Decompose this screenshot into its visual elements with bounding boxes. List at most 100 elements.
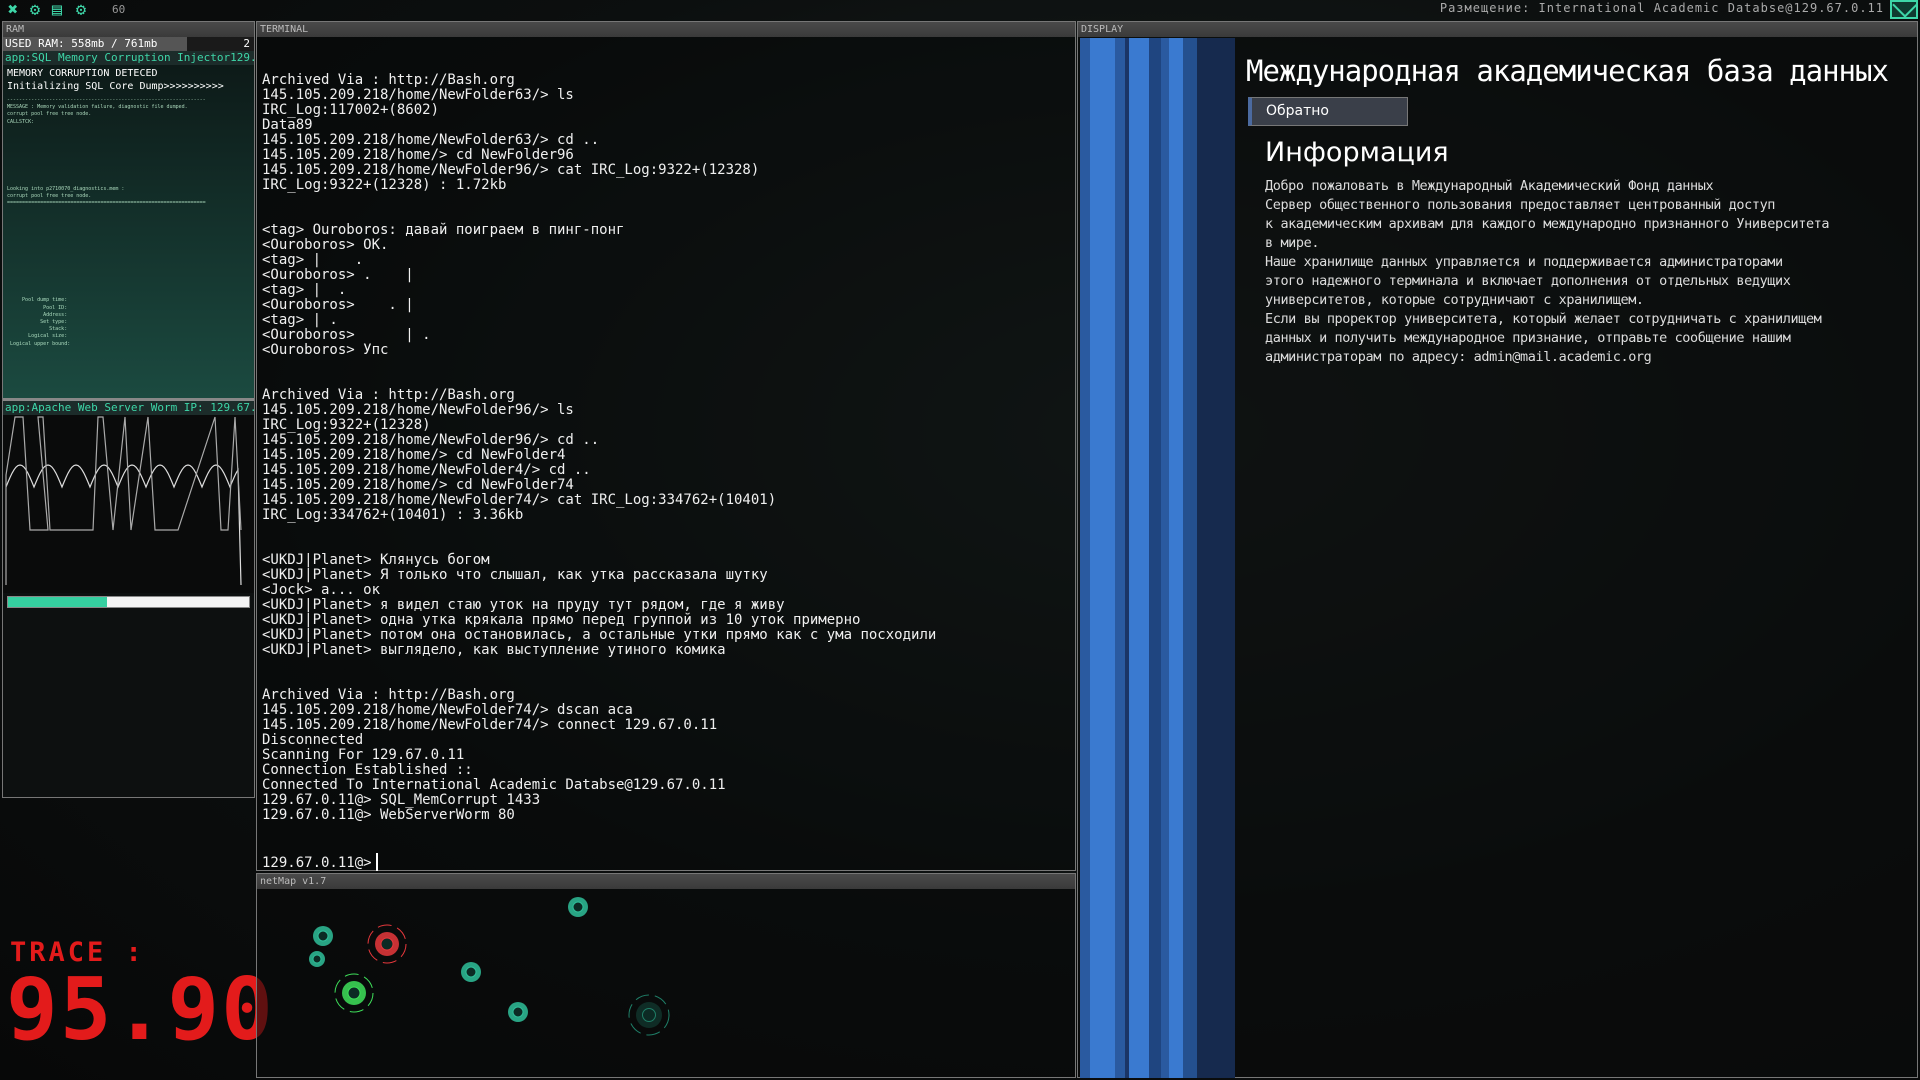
terminal-line: 145.105.209.218/home/NewFolder74/> conne… [262, 717, 718, 733]
back-button[interactable]: Обратно [1248, 97, 1408, 126]
info-line: к академическим архивам для каждого межд… [1265, 216, 1830, 232]
terminal-line: 129.67.0.11@> WebServerWorm 80 [262, 807, 515, 823]
display-stripe [1149, 38, 1161, 1078]
netmap-node-connected[interactable] [367, 924, 407, 964]
terminal-line: Disconnected [262, 732, 364, 748]
worm-app-title[interactable]: app:Apache Web Server Worm IP: 129.67.0.… [3, 401, 254, 415]
location-text: Размещение: International Academic Datab… [1439, 1, 1884, 15]
gear-icon[interactable]: ⚙ [26, 1, 44, 19]
sql-dump-line: Stack: [7, 326, 68, 333]
netmap-node-node[interactable] [309, 951, 325, 967]
info-line: Наше хранилище данных управляется и подд… [1265, 254, 1783, 270]
display-panel: DISPLAY Международная академическая база… [1077, 21, 1918, 1078]
terminal-line: <Ouroboros> . | [262, 267, 414, 283]
sql-app-title[interactable]: app:SQL Memory Corruption Injector129.67… [3, 51, 254, 65]
netmap-node-node-dim[interactable] [628, 994, 670, 1036]
display-stripe [1161, 38, 1169, 1078]
info-line: в мире. [1265, 235, 1320, 251]
terminal-header: TERMINAL [257, 22, 1075, 37]
terminal-line: 129.67.0.11@> SQL_MemCorrupt 1433 [262, 792, 541, 808]
terminal-line: IRC_Log:9322+(12328) [262, 417, 431, 433]
top-bar: ✖ ⚙ ▤ ⚙ 60 Размещение: International Aca… [0, 0, 1920, 20]
terminal-line: 145.105.209.218/home/NewFolder96/> cd .. [262, 432, 600, 448]
info-heading: Информация [1265, 137, 1449, 168]
sql-dump-line: ----------------------------------------… [7, 97, 206, 103]
terminal-line: Connected To International Academic Data… [262, 777, 726, 793]
sql-heading-line: MEMORY CORRUPTION DETECED [7, 68, 158, 79]
sql-dump-line: Set type: [7, 319, 68, 326]
terminal-line: <tag> | . [262, 312, 338, 328]
terminal-line: <UKDJ|Planet> я видел стаю уток на пруду… [262, 597, 785, 613]
info-line: университетов, которые сотрудничают с хр… [1265, 292, 1644, 308]
terminal-prompt: 129.67.0.11@> [262, 855, 372, 871]
sql-dump-line: Logical size: [7, 333, 68, 340]
worm-waveform [3, 415, 254, 593]
terminal-line: Archived Via : http://Bash.org [262, 687, 515, 703]
settings-gear-icon[interactable]: ⚙ [72, 1, 90, 19]
sql-dump-line: Looking into p2710070_diagnostics.mem : [7, 185, 125, 192]
info-line: этого надежного терминала и включает доп… [1265, 273, 1791, 289]
terminal-line: 145.105.209.218/home/> cd NewFolder96 [262, 147, 574, 163]
sql-dump-text: ----------------------------------------… [7, 97, 250, 348]
display-stripes [1080, 38, 1235, 1078]
mail-icon[interactable] [1890, 0, 1918, 19]
display-stripe [1115, 38, 1125, 1078]
display-stripe [1129, 38, 1149, 1078]
sql-app-output: MEMORY CORRUPTION DETECED Initializing SQ… [3, 65, 254, 401]
save-icon[interactable]: ▤ [48, 1, 66, 19]
terminal-line: <Ouroboros> . | [262, 297, 414, 313]
netmap-node-node[interactable] [461, 962, 481, 982]
terminal-line: <Jock> а... ок [262, 582, 381, 598]
terminal-line: <tag> | . [262, 252, 364, 268]
terminal-line: <UKDJ|Planet> Я только что слышал, как у… [262, 567, 768, 583]
terminal-line: Archived Via : http://Bash.org [262, 72, 515, 88]
netmap-node-home[interactable] [334, 973, 374, 1013]
terminal-line: Archived Via : http://Bash.org [262, 387, 515, 403]
terminal-line: 145.105.209.218/home/> cd NewFolder74 [262, 477, 574, 493]
ram-usage-label: USED RAM: 558mb / 761mb [5, 37, 158, 50]
terminal-line: <UKDJ|Planet> одна утка крякала прямо пе… [262, 612, 861, 628]
info-line: данных и получить международное признани… [1265, 330, 1791, 346]
sql-dump-line: CALLSTCK: [7, 118, 35, 125]
terminal-output: Archived Via : http://Bash.org 145.105.20… [257, 37, 1075, 871]
terminal-line: <UKDJ|Planet> Клянусь богом [262, 552, 490, 568]
display-header: DISPLAY [1078, 22, 1917, 37]
sql-dump-line: MESSAGE : Memory validation failure, dia… [7, 104, 188, 111]
terminal-line: 145.105.209.218/home/NewFolder74/> dscan… [262, 702, 633, 718]
terminal-line: IRC_Log:334762+(10401) : 3.36kb [262, 507, 524, 523]
sql-dump-line: corrupt pool free tree node. [7, 111, 92, 118]
sql-dump-line: Pool ID: [7, 304, 68, 311]
terminal-panel[interactable]: TERMINAL Archived Via : http://Bash.org 1… [256, 21, 1076, 871]
display-content: Международная академическая база данных … [1246, 38, 1917, 1077]
terminal-line: IRC_Log:117002+(8602) [262, 102, 440, 118]
netmap-node-node[interactable] [508, 1002, 528, 1022]
display-stripe [1080, 38, 1090, 1078]
info-line: Если вы проректор университета, который … [1265, 311, 1822, 327]
close-icon[interactable]: ✖ [4, 1, 22, 19]
sql-heading-line: Initializing SQL Core Dump>>>>>>>>>> [7, 81, 224, 92]
display-stripe [1183, 38, 1197, 1078]
sql-dump-line: Logical upper bound: [7, 340, 71, 347]
sql-dump-line: corrupt pool free tree node. [7, 193, 92, 200]
fps-counter: 60 [112, 3, 126, 16]
info-line: Сервер общественного пользования предост… [1265, 197, 1776, 213]
terminal-line: <tag> | . [262, 282, 347, 298]
netmap-node-node[interactable] [568, 897, 588, 917]
netmap-panel: netMap v1.7 [256, 873, 1076, 1078]
netmap-node-node[interactable] [313, 926, 333, 946]
terminal-line: 145.105.209.218/home/NewFolder63/> cd .. [262, 132, 600, 148]
terminal-line: 145.105.209.218/home/NewFolder4/> cd .. [262, 462, 591, 478]
terminal-line: <Ouroboros> OK. [262, 237, 389, 253]
worm-progress-bar [7, 596, 250, 608]
info-line: Добро пожаловать в Международный Академи… [1265, 178, 1714, 194]
terminal-line: 145.105.209.218/home/> cd NewFolder4 [262, 447, 566, 463]
terminal-line: <Ouroboros> Упс [262, 342, 389, 358]
